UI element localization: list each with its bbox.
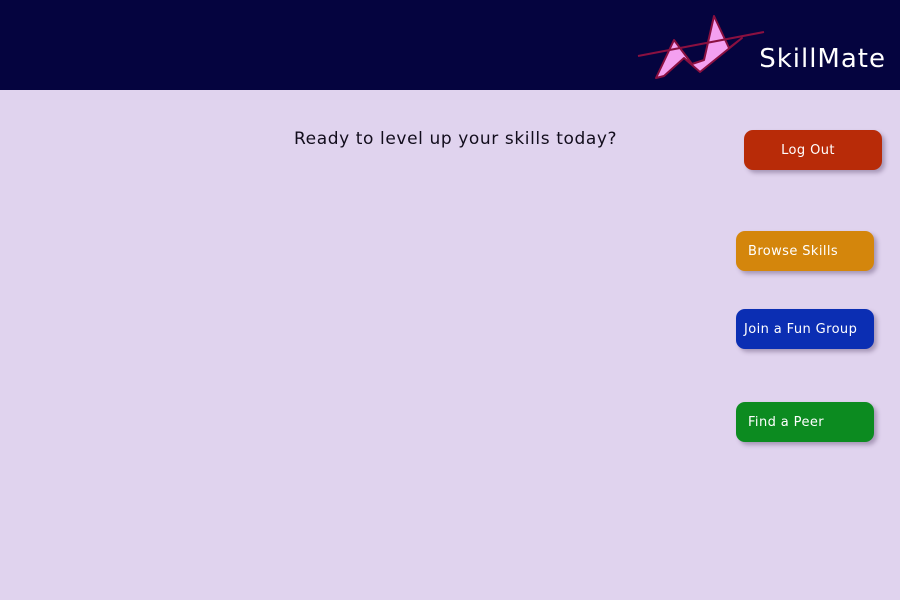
logout-button-label: Log Out [781,142,835,158]
skillmate-logo-icon [637,15,765,79]
browse-skills-button[interactable]: Browse Skills [736,231,874,271]
logout-button[interactable]: Log Out [744,130,882,170]
browse-skills-button-label: Browse Skills [748,243,839,259]
find-peer-button[interactable]: Find a Peer [736,402,874,442]
main-content: Ready to level up your skills today? Log… [0,90,900,600]
brand-name: SkillMate [759,44,886,74]
top-header: SkillMate [0,0,900,90]
join-group-button[interactable]: Join a Fun Group [736,309,874,349]
join-group-button-label: Join a Fun Group [744,321,858,337]
greeting-text: Ready to level up your skills today? [294,129,618,149]
find-peer-button-label: Find a Peer [748,414,824,430]
